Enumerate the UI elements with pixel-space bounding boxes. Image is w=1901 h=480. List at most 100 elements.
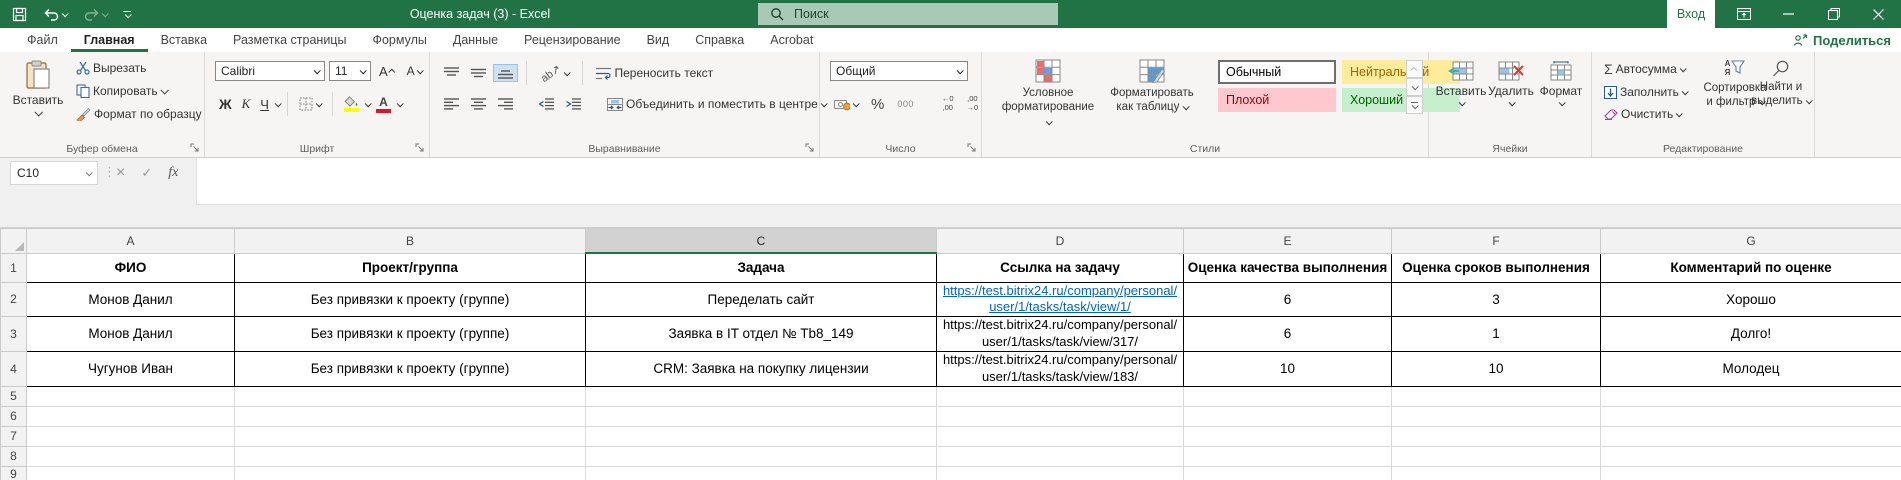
align-center-icon[interactable] (467, 96, 490, 112)
tab-insert[interactable]: Вставка (148, 28, 220, 52)
comma-style-button[interactable]: 000 (893, 97, 918, 111)
clear-dropdown-icon[interactable] (1676, 110, 1683, 117)
format-as-table-button[interactable]: Форматироватькак таблицу (1102, 59, 1202, 115)
underline-dropdown-icon[interactable] (275, 100, 282, 107)
row-header-3[interactable]: 3 (1, 317, 27, 352)
bold-button[interactable]: Ж (215, 94, 236, 114)
accounting-format-button[interactable] (830, 96, 862, 113)
cell-g3[interactable]: Долго! (1601, 317, 1901, 352)
column-header-c-selected[interactable]: C (586, 229, 937, 254)
cell-f3[interactable]: 1 (1392, 317, 1601, 352)
percent-style-button[interactable]: % (867, 94, 888, 115)
find-select-button[interactable]: Найти ивыделить (1750, 60, 1812, 109)
increase-indent-icon[interactable] (562, 96, 585, 112)
empty-cell[interactable] (1392, 386, 1601, 406)
tab-data[interactable]: Данные (440, 28, 511, 52)
style-chip-normal[interactable]: Обычный (1218, 60, 1336, 84)
tab-view[interactable]: Вид (634, 28, 683, 52)
column-header-a[interactable]: A (27, 229, 235, 254)
customize-quick-access-icon[interactable] (123, 11, 131, 18)
gallery-more-icon[interactable] (1406, 96, 1423, 114)
row-header-4[interactable]: 4 (1, 352, 27, 387)
gallery-scroll-up-icon[interactable] (1406, 60, 1423, 78)
autosum-dropdown-icon[interactable] (1680, 65, 1687, 72)
clipboard-dialog-launcher-icon[interactable] (190, 143, 200, 153)
cut-button[interactable]: Вырезать (72, 59, 206, 77)
cell-f1[interactable]: Оценка сроков выполнения (1392, 253, 1601, 282)
cell-d1[interactable]: Ссылка на задачу (937, 253, 1184, 282)
undo-button[interactable] (43, 7, 67, 21)
cell-c3[interactable]: Заявка в IT отдел № Tb8_149 (586, 317, 937, 352)
tab-page-layout[interactable]: Разметка страницы (220, 28, 359, 52)
row-header-1[interactable]: 1 (1, 253, 27, 282)
cancel-icon[interactable]: × (116, 164, 125, 182)
empty-cell[interactable] (235, 446, 586, 466)
empty-cell[interactable] (1184, 406, 1392, 426)
conditional-formatting-dropdown-icon[interactable] (1045, 118, 1052, 125)
insert-cells-button[interactable]: Вставить (1437, 61, 1485, 106)
empty-cell[interactable] (27, 386, 235, 406)
column-header-f[interactable]: F (1392, 229, 1601, 254)
empty-cell[interactable] (1184, 446, 1392, 466)
cell-g2[interactable]: Хорошо (1601, 282, 1901, 317)
delete-cells-button[interactable]: Удалить (1487, 61, 1535, 106)
fill-dropdown-icon[interactable] (1682, 88, 1689, 95)
align-top-icon[interactable] (440, 65, 463, 81)
empty-cell[interactable] (1601, 406, 1901, 426)
empty-cell[interactable] (586, 426, 937, 446)
empty-cell[interactable] (235, 426, 586, 446)
number-format-select[interactable]: Общий (830, 61, 968, 81)
empty-cell[interactable] (937, 466, 1184, 480)
empty-cell[interactable] (586, 446, 937, 466)
conditional-formatting-button[interactable]: Условноеформатирование (998, 59, 1098, 129)
empty-cell[interactable] (1184, 386, 1392, 406)
format-painter-button[interactable]: Формат по образцу (72, 105, 206, 123)
format-as-table-dropdown-icon[interactable] (1182, 104, 1189, 111)
number-dialog-launcher-icon[interactable] (967, 143, 977, 153)
empty-cell[interactable] (937, 406, 1184, 426)
empty-cell[interactable] (1601, 446, 1901, 466)
increase-decimal-button[interactable]: ←0,00 (938, 93, 958, 114)
clear-button[interactable]: Очистить (1600, 105, 1691, 123)
column-header-e[interactable]: E (1184, 229, 1392, 254)
format-dropdown-icon[interactable] (1558, 99, 1565, 106)
cell-d2-task-link[interactable]: https://test.bitrix24.ru/company/persona… (937, 282, 1184, 317)
empty-cell[interactable] (586, 406, 937, 426)
font-name-select[interactable]: Calibri (215, 61, 325, 81)
redo-button[interactable] (83, 7, 107, 21)
merge-center-button[interactable]: Объединить и поместить в центре (603, 95, 830, 113)
empty-cell[interactable] (1392, 406, 1601, 426)
share-button[interactable]: Поделиться (1793, 28, 1891, 52)
empty-cell[interactable] (27, 466, 235, 480)
fill-button[interactable]: Заполнить (1600, 83, 1691, 101)
align-left-icon[interactable] (440, 96, 463, 112)
column-header-g[interactable]: G (1601, 229, 1901, 254)
empty-cell[interactable] (937, 446, 1184, 466)
empty-cell[interactable] (27, 426, 235, 446)
cell-b1[interactable]: Проект/группа (235, 253, 586, 282)
empty-cell[interactable] (235, 466, 586, 480)
cell-e1[interactable]: Оценка качества выполнения (1184, 253, 1392, 282)
align-middle-icon[interactable] (467, 65, 490, 81)
empty-cell[interactable] (235, 406, 586, 426)
tab-file[interactable]: Файл (14, 28, 71, 52)
decrease-decimal-button[interactable]: ,00→0 (963, 93, 983, 114)
empty-cell[interactable] (1392, 446, 1601, 466)
column-header-b[interactable]: B (235, 229, 586, 254)
cell-a1[interactable]: ФИО (27, 253, 235, 282)
alignment-dialog-launcher-icon[interactable] (805, 143, 815, 153)
select-all-corner[interactable] (1, 229, 27, 254)
borders-button[interactable] (295, 95, 325, 113)
empty-cell[interactable] (937, 426, 1184, 446)
paste-dropdown-icon[interactable] (34, 108, 42, 116)
cell-c1[interactable]: Задача (586, 253, 937, 282)
empty-cell[interactable] (586, 386, 937, 406)
font-size-select[interactable]: 11 (329, 61, 371, 81)
increase-font-button[interactable]: A (375, 62, 399, 81)
empty-cell[interactable] (27, 406, 235, 426)
cell-b2[interactable]: Без привязки к проекту (группе) (235, 282, 586, 317)
cell-a2[interactable]: Монов Данил (27, 282, 235, 317)
orientation-button[interactable]: ab↗ (536, 65, 573, 82)
tab-home[interactable]: Главная (71, 28, 148, 52)
decrease-font-button[interactable]: A (403, 62, 426, 80)
